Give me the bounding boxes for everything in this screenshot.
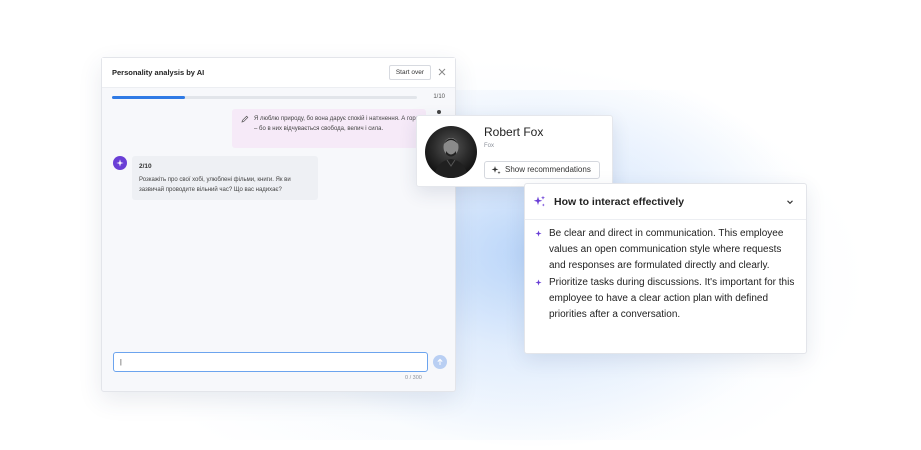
list-item: Be clear and direct in communication. Th… (535, 226, 795, 275)
profile-subtitle: Fox (484, 143, 495, 149)
progress-track (112, 96, 417, 99)
char-count: 0 / 300 (405, 375, 422, 381)
send-arrow-icon (437, 358, 443, 365)
progress-label: 1/10 (433, 94, 445, 100)
recommendations-list: Be clear and direct in communication. Th… (535, 226, 795, 323)
user-message: Я люблю природу, бо вона дарує спокій і … (232, 109, 426, 148)
ai-sparkle-icon (116, 159, 124, 167)
chevron-down-icon[interactable] (786, 198, 794, 206)
personality-chat-panel: Personality analysis by AI Start over 1/… (101, 57, 456, 392)
person-silhouette-icon (434, 138, 468, 178)
sparkles-icon (533, 195, 545, 207)
pencil-icon[interactable] (241, 115, 249, 123)
ai-step-counter: 2/10 (139, 163, 152, 170)
profile-name: Robert Fox (484, 125, 544, 139)
recommendation-text: Prioritize tasks during discussions. It'… (549, 276, 795, 321)
sparkle-bullet-icon (535, 279, 542, 286)
send-button[interactable] (433, 355, 447, 369)
show-recommendations-button[interactable]: Show recommendations (484, 161, 600, 179)
panel-title: Personality analysis by AI (112, 68, 205, 77)
sparkle-bullet-icon (535, 230, 542, 237)
close-icon[interactable] (437, 67, 447, 77)
answer-input[interactable] (113, 352, 428, 372)
panel-header: Personality analysis by AI Start over (102, 58, 455, 88)
list-item: Prioritize tasks during discussions. It'… (535, 275, 795, 324)
ai-message: 2/10 Розкажіть про свої хобі, улюблені ф… (132, 156, 318, 200)
recommendations-title: How to interact effectively (554, 196, 685, 208)
ai-message-text: Розкажіть про свої хобі, улюблені фільми… (139, 177, 291, 193)
profile-card: Robert Fox Fox Show recommendations (416, 115, 613, 187)
profile-photo (425, 126, 477, 178)
recommendations-card: How to interact effectively Be clear and… (524, 183, 807, 354)
user-message-text: Я люблю природу, бо вона дарує спокій і … (254, 116, 420, 132)
ai-avatar (113, 156, 127, 170)
progress-fill (112, 96, 186, 99)
start-over-button[interactable]: Start over (388, 65, 431, 80)
sparkles-icon (491, 166, 501, 175)
progress-row: 1/10 (112, 94, 445, 102)
recommendations-header[interactable]: How to interact effectively (525, 184, 806, 220)
recommendation-text: Be clear and direct in communication. Th… (549, 228, 784, 272)
show-recommendations-label: Show recommendations (505, 165, 591, 174)
